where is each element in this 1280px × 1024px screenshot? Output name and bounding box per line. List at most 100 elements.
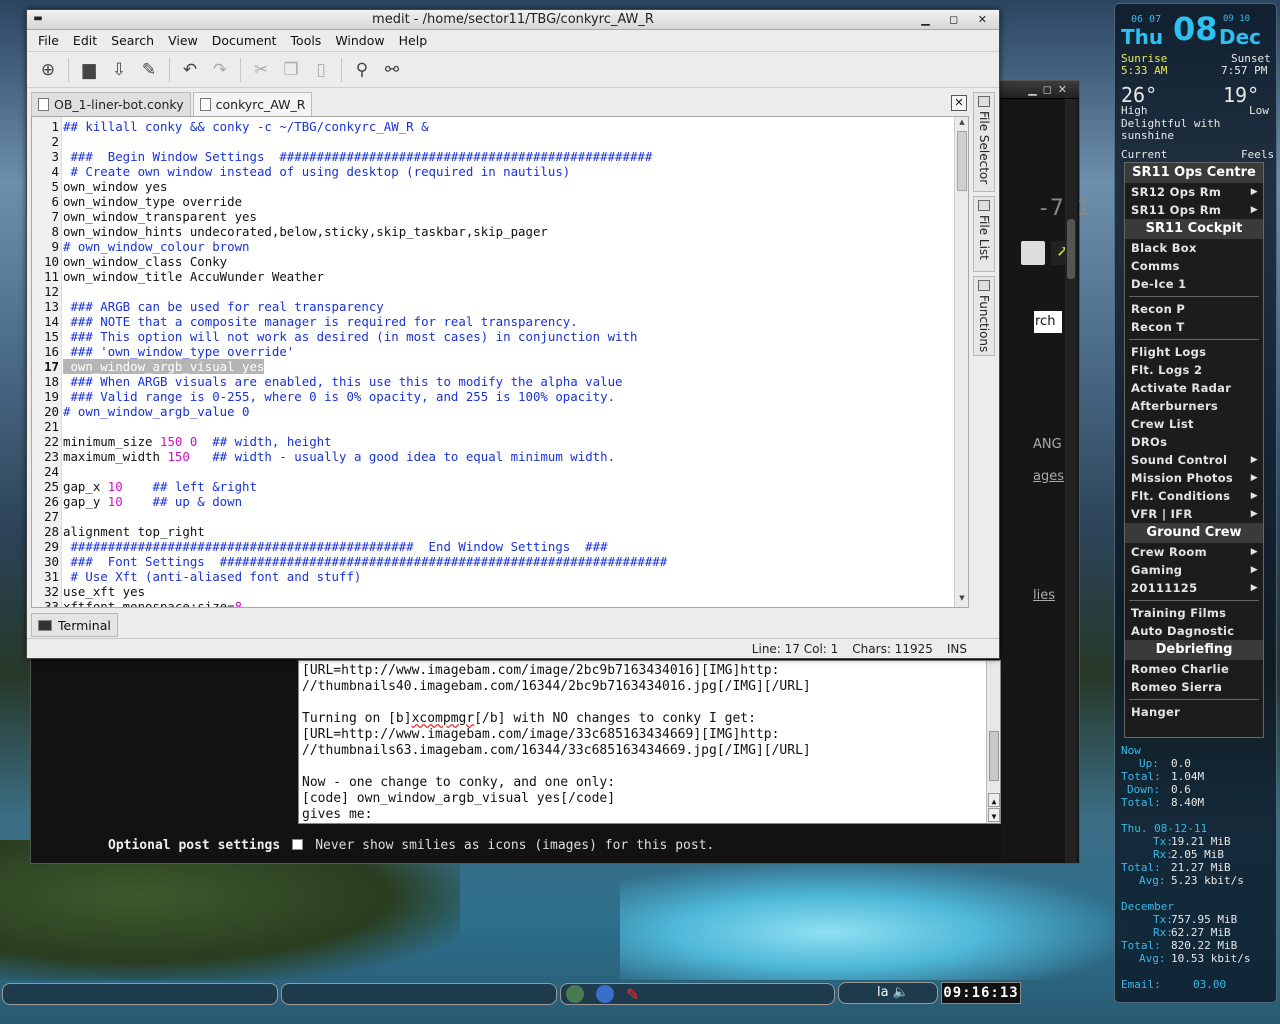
menu-item[interactable]: Romeo Sierra xyxy=(1125,678,1263,696)
menu-tools[interactable]: Tools xyxy=(284,33,329,48)
menu-item[interactable]: Sound Control ▶ xyxy=(1125,451,1263,469)
menu-item[interactable]: Mission Photos ▶ xyxy=(1125,469,1263,487)
browser-launcher-icon[interactable] xyxy=(596,985,614,1003)
total1-label: Total: xyxy=(1121,770,1161,783)
menu-view[interactable]: View xyxy=(161,33,205,48)
menu-item[interactable]: Romeo Charlie xyxy=(1125,660,1263,678)
paste-icon[interactable]: ▯ xyxy=(308,57,334,83)
save-as-icon[interactable]: ✎ xyxy=(136,57,162,83)
tab-document[interactable]: conkyrc_AW_R xyxy=(192,92,313,116)
browser-tool-icon[interactable] xyxy=(1021,241,1045,265)
browser-window-controls[interactable]: ▁◻✕ xyxy=(1028,83,1073,96)
taskbar-slot-2[interactable] xyxy=(281,983,557,1005)
find-icon[interactable]: ⚲ xyxy=(349,57,375,83)
code-line: 9 # own_window_colour brown xyxy=(51,239,250,254)
menu-item[interactable]: Crew List xyxy=(1125,415,1263,433)
menu-help[interactable]: Help xyxy=(392,33,435,48)
menu-item[interactable]: Recon T xyxy=(1125,318,1263,336)
tab-document[interactable]: OB_1-liner-bot.conky xyxy=(31,92,191,116)
code-line: 7 own_window_transparent yes xyxy=(51,209,257,224)
browser-scrollbar[interactable] xyxy=(1065,99,1077,863)
menu-item-label: Recon P xyxy=(1131,302,1186,316)
post-scrollbar[interactable]: ▲ ▼ xyxy=(986,661,1000,823)
copy-icon[interactable]: ❐ xyxy=(278,57,304,83)
open-file-icon[interactable]: ▆ xyxy=(76,57,102,83)
app-launcher-icon[interactable] xyxy=(566,985,584,1003)
code-line: 23 maximum_width 150 ## width - usually a… xyxy=(44,449,616,464)
menu-document[interactable]: Document xyxy=(205,33,284,48)
save-icon[interactable]: ⇩ xyxy=(106,57,132,83)
taskbar-slot-1[interactable] xyxy=(2,983,278,1005)
menu-item[interactable]: Crew Room ▶ xyxy=(1125,543,1263,561)
menu-item[interactable]: Auto Dagnostic xyxy=(1125,622,1263,640)
menu-item[interactable]: Training Films xyxy=(1125,604,1263,622)
submenu-arrow-icon: ▶ xyxy=(1250,509,1258,519)
editor-scrollbar[interactable]: ▲ ▼ xyxy=(954,117,968,607)
browser-version-text: -711 xyxy=(1037,196,1090,221)
browser-link-images[interactable]: ages xyxy=(1033,469,1064,484)
menu-item[interactable]: Gaming ▶ xyxy=(1125,561,1263,579)
tab-file-selector[interactable]: File Selector xyxy=(973,92,995,192)
menu-item[interactable]: SR11 Ops Rm ▶ xyxy=(1125,201,1263,219)
window-menu-icon[interactable]: ▬ xyxy=(31,13,45,25)
menu-search[interactable]: Search xyxy=(104,33,161,48)
month-label: December xyxy=(1121,900,1174,913)
menu-item[interactable]: 20111125 ▶ xyxy=(1125,579,1263,597)
submenu-arrow-icon: ▶ xyxy=(1250,491,1258,501)
document-icon xyxy=(38,98,49,111)
low-label: Low xyxy=(1249,104,1269,117)
post-line: [URL=http://www.imagebam.com/image/33c68… xyxy=(302,727,780,742)
menu-window[interactable]: Window xyxy=(328,33,391,48)
menu-item-label: Mission Photos xyxy=(1131,471,1234,485)
menu-item[interactable]: Flight Logs xyxy=(1125,343,1263,361)
menu-item[interactable]: Flt. Logs 2 xyxy=(1125,361,1263,379)
smilies-label: Never show smilies as icons (images) for… xyxy=(315,838,715,853)
code-line: 12 xyxy=(44,284,59,299)
code-lines: 1 ## killall conky && conky -c ~/TBG/conk… xyxy=(32,119,956,607)
menu-file[interactable]: File xyxy=(31,33,66,48)
total-month-label: Total: xyxy=(1121,939,1161,952)
menu-item[interactable]: DROs xyxy=(1125,433,1263,451)
find-replace-icon[interactable]: ⚯ xyxy=(379,57,405,83)
post-line: [URL=http://www.imagebam.com/image/2bc9b… xyxy=(302,663,780,678)
editor-launcher-icon[interactable]: ✎ xyxy=(626,985,644,1004)
menu-item[interactable]: Comms xyxy=(1125,257,1263,275)
menu-item[interactable]: Afterburners xyxy=(1125,397,1263,415)
high-temp: 26° xyxy=(1121,83,1158,107)
tab-functions[interactable]: Functions xyxy=(973,276,995,356)
tab-file-list[interactable]: File List xyxy=(973,196,995,272)
total2-value: 8.40M xyxy=(1171,796,1205,809)
rx-day-label: Rx: xyxy=(1153,848,1173,861)
submenu-arrow-icon: ▶ xyxy=(1250,187,1258,197)
file-list-label: File List xyxy=(977,215,991,260)
menu-item[interactable]: Activate Radar xyxy=(1125,379,1263,397)
menu-item[interactable]: Black Box xyxy=(1125,239,1263,257)
cut-icon[interactable]: ✂ xyxy=(248,57,274,83)
terminal-button[interactable]: Terminal xyxy=(31,613,118,637)
smilies-checkbox[interactable] xyxy=(292,839,304,850)
search-button[interactable]: rch xyxy=(1034,311,1062,333)
code-line: 10 own_window_class Conky xyxy=(44,254,228,269)
code-editor[interactable]: 1 ## killall conky && conky -c ~/TBG/conk… xyxy=(31,116,969,608)
undo-icon[interactable]: ↶ xyxy=(177,57,203,83)
browser-link-smilies[interactable]: lies xyxy=(1033,588,1055,603)
menu-item[interactable]: VFR | IFR ▶ xyxy=(1125,505,1263,523)
menu-edit[interactable]: Edit xyxy=(66,33,104,48)
menu-item[interactable]: Hanger xyxy=(1125,703,1263,721)
code-line: 24 xyxy=(44,464,59,479)
close-tab-icon[interactable]: ✕ xyxy=(951,95,967,111)
wallpaper-ice xyxy=(620,860,1140,980)
menu-item-label: Auto Dagnostic xyxy=(1131,624,1235,638)
menu-item[interactable]: SR12 Ops Rm ▶ xyxy=(1125,183,1263,201)
menu-item[interactable]: Recon P xyxy=(1125,300,1263,318)
new-document-icon[interactable]: ⊕ xyxy=(35,57,61,83)
keyboard-layout[interactable]: la xyxy=(877,985,889,1000)
post-line: Now - one change to conky, and one only: xyxy=(302,775,616,790)
window-controls[interactable]: ▁ ◻ ✕ xyxy=(921,10,995,30)
menu-item[interactable]: De-Ice 1 xyxy=(1125,275,1263,293)
menu-item[interactable]: Flt. Conditions ▶ xyxy=(1125,487,1263,505)
document-icon xyxy=(199,98,211,111)
redo-icon[interactable]: ↷ xyxy=(207,57,233,83)
post-textarea[interactable]: [URL=http://www.imagebam.com/image/2bc9b… xyxy=(298,660,1001,824)
volume-icon[interactable]: 🔈 xyxy=(893,985,909,1000)
